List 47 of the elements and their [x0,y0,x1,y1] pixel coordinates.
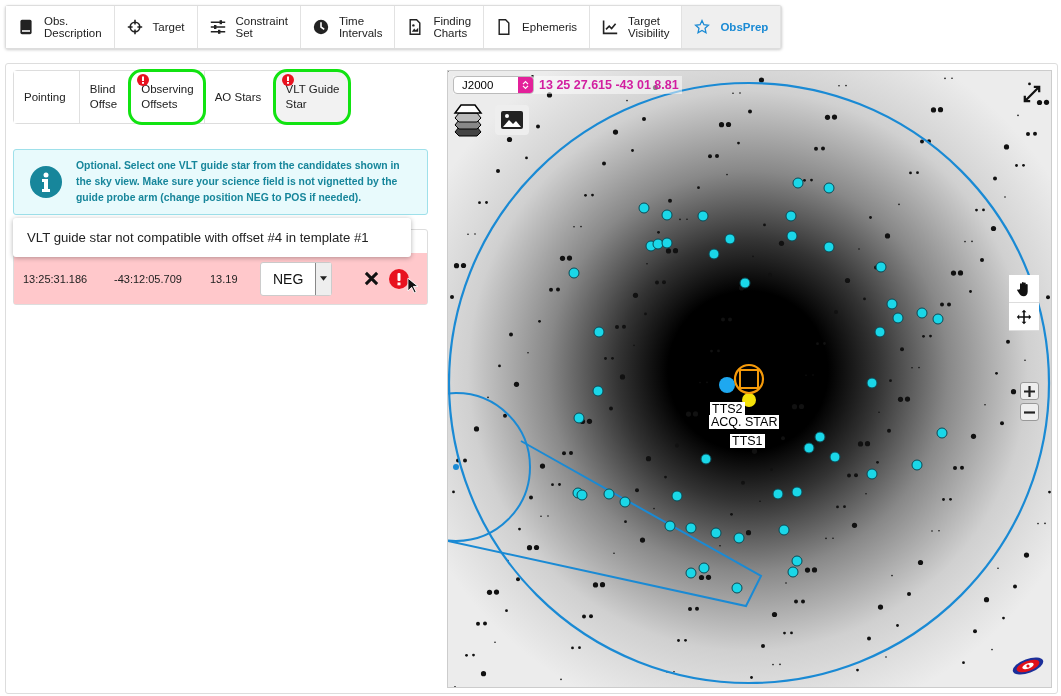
guide-star-row[interactable]: 13:25:31.186 -43:12:05.709 13.19 NEG [14,253,427,304]
dec-cell-text: -43:12:05.709 [114,272,183,285]
info-icon [30,166,62,198]
ra-cell-text: 13:25:31.186 [23,272,89,285]
candidate-stars-drawing[interactable] [568,177,948,594]
zoom-out-button[interactable] [1020,403,1039,421]
nav-tab[interactable]: Obs. Description [6,6,115,48]
layers-icon[interactable] [453,103,483,137]
step-tab[interactable]: Observing Offsets [130,71,204,123]
nav-tab[interactable]: Time Intervals [300,6,396,48]
spinner-icon [522,80,529,90]
sliders-icon [209,19,226,35]
error-tooltip: VLT guide star not compatible with offset #4 in template #1 [13,218,411,257]
nav-tab[interactable]: Target Visibility [590,6,683,48]
tts2-marker[interactable] [719,377,735,393]
plus-icon [1024,385,1035,397]
info-text: Optional. Select one VLT guide star from the candidates shown in the sky view. Make sure your science field is not vignetted by the guide probe arm (change position NEG to POS if needed). [76,159,401,205]
caret-icon [320,276,328,281]
line-chart-icon [602,19,619,35]
error-icon[interactable] [389,268,410,289]
pan-tool-button[interactable] [1009,275,1039,303]
galaxy-logo-icon [1011,656,1045,676]
zoom-in-button[interactable] [1020,382,1039,400]
cursor-coordinates: 13 25 27.615 -43 01 8.81 [539,78,679,92]
target-marker[interactable] [733,363,765,395]
image-icon[interactable] [495,105,529,135]
nav-tab[interactable]: Constraint Set [197,6,301,48]
nav-tab[interactable]: Finding Charts [395,6,485,48]
nav-tab[interactable]: Target [114,6,198,48]
nav-tab[interactable]: Ephemeris [484,6,591,48]
star-label: TTS1 [730,434,765,448]
mouse-pointer-icon [407,277,419,294]
chart-file-icon [407,19,424,35]
move-icon [1016,308,1032,325]
crosshair-icon [126,19,143,35]
step-tab[interactable]: VLT Guide Star [274,71,350,123]
star-label: TTS2 [710,402,745,416]
frame-select[interactable]: J2000 [453,76,534,94]
book-icon [18,19,34,35]
star-label: ACQ. STAR [709,415,780,429]
close-icon[interactable] [364,271,380,286]
magnitude-cell-text: 13.19 [210,272,239,285]
star-icon [694,19,711,35]
expand-icon[interactable] [1023,85,1041,103]
position-select[interactable]: NEG [260,261,333,296]
file-icon [496,19,513,35]
clock-icon [312,19,329,35]
